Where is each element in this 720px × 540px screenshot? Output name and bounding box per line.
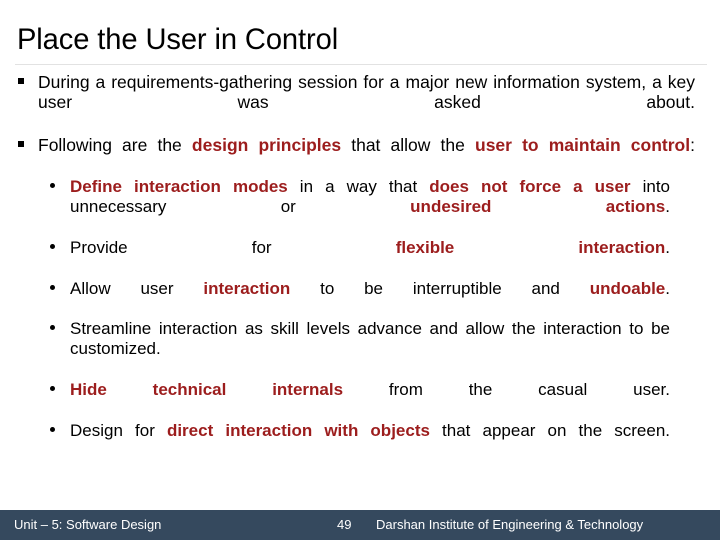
body-text: . xyxy=(665,197,670,217)
emphasis-text: Hide technical internals xyxy=(70,380,344,400)
body-text: Allow user xyxy=(70,278,204,298)
bullet-item: Following are the design principles that… xyxy=(0,135,720,460)
page-title: Place the User in Control xyxy=(17,23,339,56)
body-text: Design for xyxy=(70,420,167,440)
bullet-text: Hide technical internals from the casual… xyxy=(70,380,670,419)
bullet-text: Design for direct interaction with objec… xyxy=(70,421,670,460)
bullet-text: Provide for flexible interaction. xyxy=(70,238,670,277)
body-text: : xyxy=(690,135,695,156)
bullet-text: During a requirements-gathering session … xyxy=(38,72,695,133)
body-text: from the casual user. xyxy=(343,380,670,400)
emphasis-text: undoable xyxy=(589,278,666,298)
body-text: During a requirements-gathering session … xyxy=(38,72,695,113)
footer-bar: Unit – 5: Software Design 49 Darshan Ins… xyxy=(0,510,720,540)
footer-unit-label: Unit – 5: Software Design xyxy=(14,517,162,532)
body-text: . xyxy=(665,237,670,257)
body-text: . xyxy=(665,278,670,298)
bullet-text: Streamline interaction as skill levels a… xyxy=(70,319,670,378)
sub-bullet-item: Hide technical internals from the casual… xyxy=(38,380,695,420)
body-text: Provide for xyxy=(70,237,396,257)
round-bullet-icon xyxy=(50,325,55,331)
sub-bullet-item: Design for direct interaction with objec… xyxy=(38,421,695,461)
sub-bullet-item: Provide for flexible interaction. xyxy=(38,238,695,278)
sub-bullet-item: Allow user interaction to be interruptib… xyxy=(38,279,695,319)
round-bullet-icon xyxy=(50,426,55,432)
round-bullet-icon xyxy=(50,386,55,392)
emphasis-text: undesired actions xyxy=(410,197,666,217)
emphasis-text: interaction xyxy=(203,278,291,298)
emphasis-text: direct interaction with objects xyxy=(166,420,430,440)
bullet-text: Define interaction modes in a way that d… xyxy=(70,177,670,236)
body-text: to be interruptible and xyxy=(290,278,590,298)
title-area: Place the User in Control xyxy=(0,0,720,66)
bullet-item: During a requirements-gathering session … xyxy=(0,72,720,133)
slide: Place the User in Control During a requi… xyxy=(0,0,720,540)
bullet-list-level-2: Define interaction modes in a way that d… xyxy=(38,177,695,460)
emphasis-text: flexible interaction xyxy=(395,237,666,257)
square-bullet-icon xyxy=(18,141,24,148)
title-divider xyxy=(15,64,707,65)
round-bullet-icon xyxy=(50,183,55,189)
footer-slide-number: 49 xyxy=(337,517,352,532)
body-text: that allow the xyxy=(341,135,475,156)
emphasis-text: Define interaction modes xyxy=(70,177,288,197)
round-bullet-icon xyxy=(50,284,55,290)
body-text: in a way that xyxy=(287,177,430,197)
bullet-text: Allow user interaction to be interruptib… xyxy=(70,279,670,318)
body-text: Following are the xyxy=(38,135,192,156)
body-text: that appear on the screen. xyxy=(429,420,671,440)
footer-institute-name: Darshan Institute of Engineering & Techn… xyxy=(376,517,644,532)
bullet-text: Following are the design principles that… xyxy=(38,135,695,176)
sub-bullet-item: Streamline interaction as skill levels a… xyxy=(38,319,695,379)
bullet-list-level-1: During a requirements-gathering session … xyxy=(0,72,720,461)
emphasis-text: does not force a user xyxy=(429,177,631,197)
square-bullet-icon xyxy=(18,78,24,84)
emphasis-text: design principles xyxy=(191,135,342,156)
round-bullet-icon xyxy=(50,243,55,249)
sub-bullet-item: Define interaction modes in a way that d… xyxy=(38,177,695,237)
slide-body: During a requirements-gathering session … xyxy=(0,72,720,492)
emphasis-text: user to maintain control xyxy=(475,135,691,156)
body-text: Streamline interaction as skill levels a… xyxy=(70,319,670,359)
